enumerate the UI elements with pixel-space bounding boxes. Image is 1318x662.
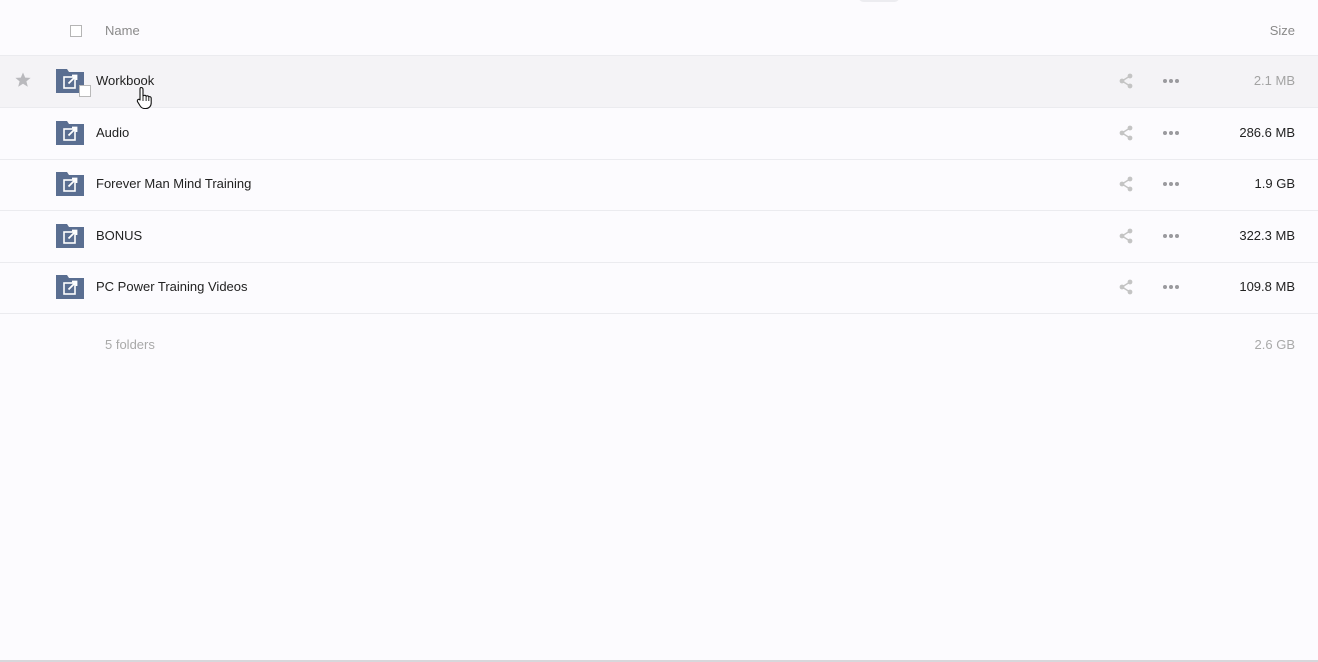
shared-folder-icon[interactable] <box>56 275 84 299</box>
column-header-name[interactable]: Name <box>105 23 140 38</box>
share-icon[interactable] <box>1118 279 1134 295</box>
share-icon[interactable] <box>1118 73 1134 89</box>
shared-folder-icon[interactable] <box>56 172 84 196</box>
folder-size: 286.6 MB <box>1239 125 1295 140</box>
shared-folder-icon[interactable] <box>56 121 84 145</box>
folder-size: 2.1 MB <box>1253 73 1295 88</box>
folder-row[interactable]: PC Power Training Videos 109.8 MB <box>0 262 1318 314</box>
folder-name[interactable]: Audio <box>96 125 129 140</box>
folder-size: 322.3 MB <box>1239 228 1295 243</box>
folder-name[interactable]: Forever Man Mind Training <box>96 176 251 191</box>
more-options-icon[interactable] <box>1162 181 1180 187</box>
more-options-icon[interactable] <box>1162 233 1180 239</box>
more-options-icon[interactable] <box>1162 130 1180 136</box>
more-options-icon[interactable] <box>1162 284 1180 290</box>
folder-row[interactable]: Workbook 2.1 MB <box>0 56 1318 108</box>
select-all-checkbox[interactable] <box>70 25 82 37</box>
folder-size: 1.9 GB <box>1254 176 1295 191</box>
folder-row[interactable]: Audio 286.6 MB <box>0 108 1318 160</box>
folder-row[interactable]: BONUS 322.3 MB <box>0 211 1318 263</box>
share-icon[interactable] <box>1118 176 1134 192</box>
column-header-size[interactable]: Size <box>1270 23 1295 38</box>
total-size-summary: 2.6 GB <box>1254 337 1295 352</box>
folder-name[interactable]: PC Power Training Videos <box>96 279 248 294</box>
file-list-header: Name Size <box>0 0 1318 56</box>
share-icon[interactable] <box>1118 228 1134 244</box>
folder-name[interactable]: Workbook <box>96 73 154 88</box>
star-icon[interactable] <box>14 71 32 89</box>
folder-name[interactable]: BONUS <box>96 228 142 243</box>
folder-size: 109.8 MB <box>1239 279 1295 294</box>
share-icon[interactable] <box>1118 125 1134 141</box>
folder-count-summary: 5 folders <box>105 337 155 352</box>
row-checkbox[interactable] <box>79 85 91 97</box>
more-options-icon[interactable] <box>1162 78 1180 84</box>
folder-row[interactable]: Forever Man Mind Training 1.9 GB <box>0 159 1318 211</box>
shared-folder-icon[interactable] <box>56 224 84 248</box>
